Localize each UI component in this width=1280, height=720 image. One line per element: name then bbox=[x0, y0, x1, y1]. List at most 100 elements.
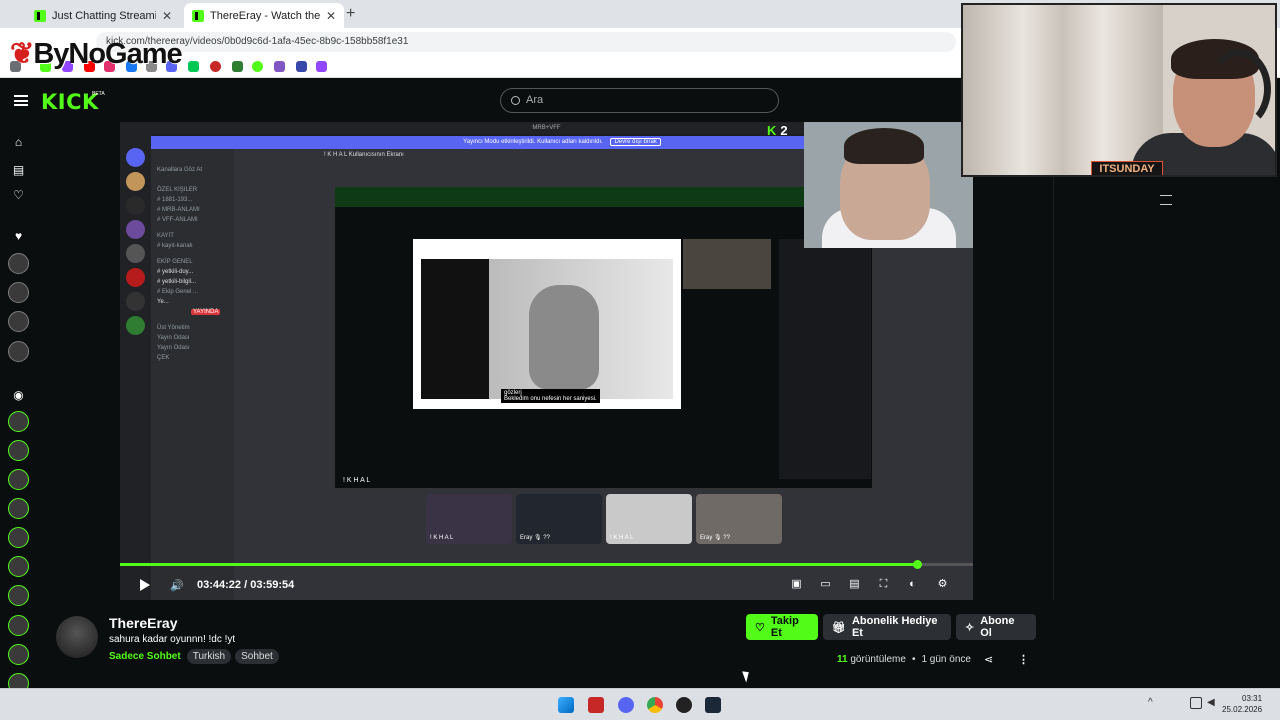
play-button[interactable] bbox=[140, 575, 150, 595]
channel-item[interactable]: Ye... bbox=[151, 297, 234, 307]
close-tab-icon[interactable]: ✕ bbox=[326, 9, 336, 23]
streamer-webcam-overlay bbox=[804, 122, 973, 248]
server-icon bbox=[126, 148, 145, 167]
video-player[interactable]: MRB+VFF Yayıncı Modu etkinleştirildi. Ku… bbox=[120, 122, 973, 600]
category-link[interactable]: Sadece Sohbet bbox=[109, 651, 181, 662]
follow-button[interactable]: ♡ Takip Et bbox=[746, 614, 818, 640]
new-tab-button[interactable]: + bbox=[346, 5, 355, 23]
server-icon bbox=[126, 196, 145, 215]
channel-avatar[interactable] bbox=[56, 616, 98, 658]
recommended-channel-avatar[interactable] bbox=[8, 615, 29, 636]
bookmark-icon[interactable] bbox=[274, 61, 285, 72]
volume-icon[interactable]: ◀ bbox=[1207, 697, 1217, 713]
channel-item[interactable]: # yetkili-bilgil... bbox=[151, 277, 234, 287]
steam-icon[interactable] bbox=[705, 697, 721, 713]
volume-button[interactable]: 🔊 bbox=[170, 575, 184, 595]
kick-logo[interactable]: KICK bbox=[41, 90, 99, 114]
followed-channel-avatar[interactable] bbox=[8, 282, 29, 303]
search-icon bbox=[511, 96, 520, 105]
participant-tile[interactable]: Eray 🎙 ?? bbox=[696, 494, 782, 544]
browser-tab-just-chatting[interactable]: Just Chatting Streaming - Live S ✕ bbox=[26, 3, 180, 28]
bookmark-icon[interactable] bbox=[316, 61, 327, 72]
recommended-channel-avatar[interactable] bbox=[8, 585, 29, 606]
screen: Just Chatting Streaming - Live S ✕ There… bbox=[0, 0, 1280, 720]
pip-icon[interactable]: ▤ bbox=[848, 578, 861, 591]
subscribe-button[interactable]: ✧ Abone Ol bbox=[956, 614, 1036, 640]
meme-creature bbox=[529, 285, 599, 390]
discord-channel-list: Kanallara Göz At ÖZEL KIŞILER # 1881-193… bbox=[151, 149, 234, 600]
gift-icon: 🎁︎ bbox=[832, 621, 846, 634]
overlay-kick-badge: K2 bbox=[767, 123, 788, 138]
channel-item[interactable]: # kayıt-kanalı bbox=[151, 241, 234, 251]
windows-start-icon[interactable] bbox=[558, 697, 574, 713]
tag-pill[interactable]: Sohbet bbox=[235, 649, 279, 664]
channel-item[interactable]: # Ekip Genel ... bbox=[151, 287, 234, 297]
menu-icon[interactable] bbox=[14, 95, 28, 106]
streamer-facecam: ITSUNDAY bbox=[961, 3, 1277, 177]
browser-tab-thereeray[interactable]: ThereEray - Watch the VOD on ✕ bbox=[184, 3, 344, 28]
shared-screen-label: ! K H A L bbox=[343, 477, 371, 484]
kick-favicon-icon bbox=[192, 9, 204, 22]
stream-tags: Sadece Sohbet Turkish Sohbet bbox=[109, 649, 279, 664]
recommended-channel-avatar[interactable] bbox=[8, 527, 29, 548]
tray-arrow-icon[interactable]: ^ bbox=[1148, 697, 1158, 713]
gift-subscription-button[interactable]: 🎁︎ Abonelik Hediye Et bbox=[823, 614, 951, 640]
close-tab-icon[interactable]: ✕ bbox=[162, 9, 172, 23]
bynogame-watermark-logo: ❦ByNoGame bbox=[10, 38, 183, 70]
playback-speed-icon[interactable]: ◐ bbox=[906, 578, 919, 591]
channel-item[interactable]: # MRB-ANLAMI bbox=[151, 205, 234, 215]
share-icon[interactable]: ⋖ bbox=[984, 653, 993, 666]
bookmark-icon[interactable] bbox=[210, 61, 221, 72]
followed-channel-avatar[interactable] bbox=[8, 311, 29, 332]
seek-bar-handle[interactable] bbox=[912, 560, 922, 569]
channel-item[interactable]: Üst Yönetim bbox=[151, 323, 234, 333]
bookmark-icon[interactable] bbox=[188, 61, 199, 72]
participant-tile[interactable]: Eray 🎙 ?? bbox=[516, 494, 602, 544]
chrome-icon[interactable] bbox=[647, 697, 663, 713]
recommended-channel-avatar[interactable] bbox=[8, 469, 29, 490]
inner-browser-chrome bbox=[335, 187, 872, 207]
taskbar-clock[interactable]: 03:31 25.02.2026 bbox=[1222, 693, 1262, 715]
tag-pill[interactable]: Turkish bbox=[186, 649, 232, 664]
channel-item[interactable]: Yayın Odası bbox=[151, 333, 234, 343]
recommended-channel-avatar[interactable] bbox=[8, 440, 29, 461]
headphones bbox=[1207, 49, 1271, 129]
recommended-channel-avatar[interactable] bbox=[8, 644, 29, 665]
bookmark-icon[interactable] bbox=[296, 61, 307, 72]
settings-icon[interactable]: ⚙ bbox=[936, 578, 949, 591]
recommended-channel-avatar[interactable] bbox=[8, 411, 29, 432]
followed-channel-avatar[interactable] bbox=[8, 341, 29, 362]
participant-tile[interactable]: ! K H A L bbox=[426, 494, 512, 544]
channel-name[interactable]: ThereEray bbox=[109, 615, 177, 631]
app-icon[interactable] bbox=[588, 697, 604, 713]
channel-item[interactable]: # yetkili-duy... bbox=[151, 267, 234, 277]
address-bar[interactable]: kick.com/thereeray/videos/0b0d9c6d-1afa-… bbox=[96, 32, 956, 52]
followed-channel-avatar[interactable] bbox=[8, 253, 29, 274]
participant-tile[interactable]: ! K H A L bbox=[606, 494, 692, 544]
channel-item[interactable]: Kanallara Göz At bbox=[151, 165, 234, 175]
clip-icon[interactable]: ▣ bbox=[790, 578, 803, 591]
network-icon[interactable] bbox=[1190, 697, 1202, 709]
bookmark-icon[interactable] bbox=[252, 61, 263, 72]
left-sidebar: ⌂ ▤ ♡ ♥ ◉ bbox=[0, 122, 36, 694]
recommended-channel-avatar[interactable] bbox=[8, 556, 29, 577]
kick-favicon-icon bbox=[34, 9, 46, 22]
obs-icon[interactable] bbox=[676, 697, 692, 713]
channel-item[interactable]: # 1881-193... bbox=[151, 195, 234, 205]
more-options-icon[interactable]: ⋮ bbox=[1018, 653, 1029, 666]
recommended-channel-avatar[interactable] bbox=[8, 498, 29, 519]
channel-item[interactable]: Yayın Odası bbox=[151, 343, 234, 353]
server-icon bbox=[126, 268, 145, 287]
theater-mode-icon[interactable]: ▭ bbox=[819, 578, 832, 591]
following-icon[interactable]: ♡ bbox=[12, 189, 25, 202]
discord-icon[interactable] bbox=[618, 697, 634, 713]
disable-streamer-mode-button[interactable]: Devre dışı bırak bbox=[610, 138, 661, 146]
fullscreen-icon[interactable]: ⛶ bbox=[877, 578, 890, 591]
search-input[interactable]: Ara bbox=[500, 88, 779, 113]
browse-icon[interactable]: ▤ bbox=[12, 164, 25, 177]
bookmark-icon[interactable] bbox=[232, 61, 243, 72]
collapse-chat-icon[interactable] bbox=[1160, 195, 1172, 205]
channel-item[interactable]: ÇEK bbox=[151, 353, 234, 363]
home-icon[interactable]: ⌂ bbox=[12, 136, 25, 149]
channel-item[interactable]: # VFF-ANLAMI bbox=[151, 215, 234, 225]
